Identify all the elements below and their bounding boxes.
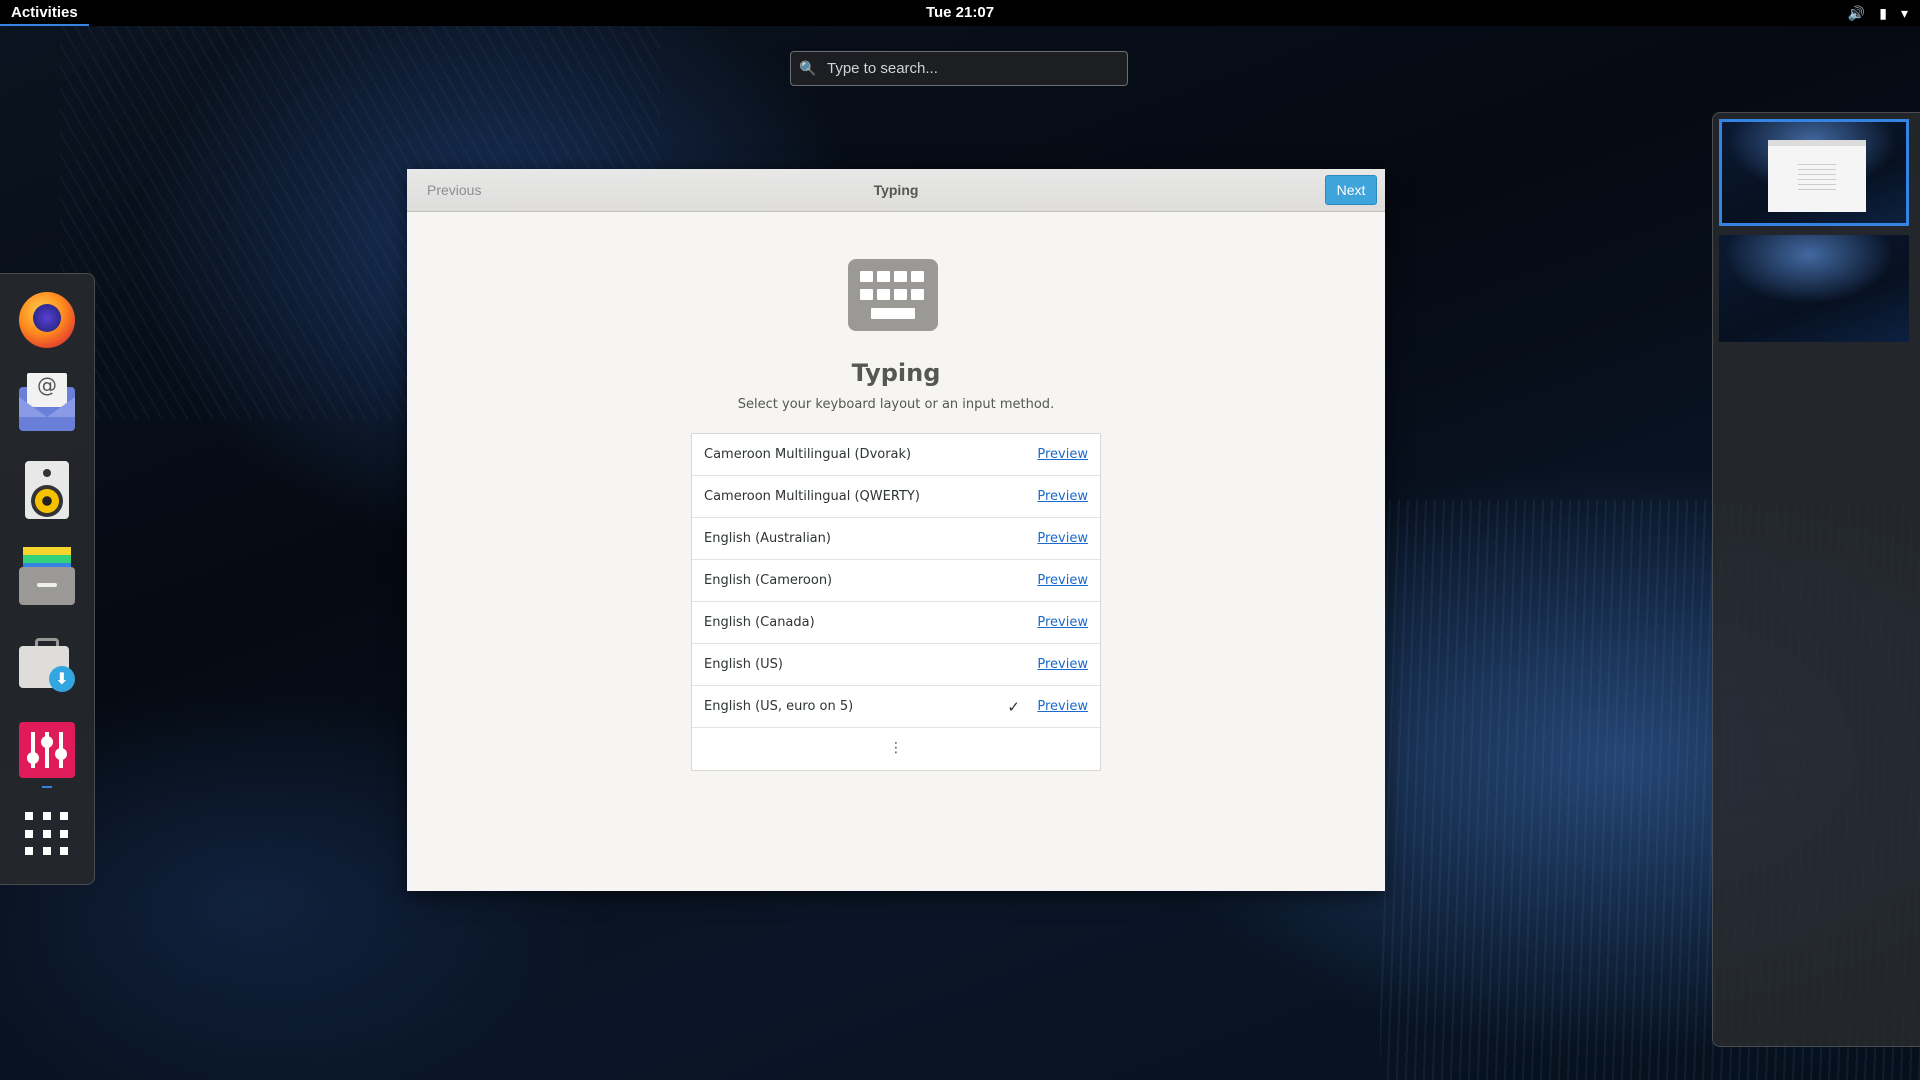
keyboard-layout-list: Cameroon Multilingual (Dvorak) Preview Cam… xyxy=(691,433,1101,771)
files-launcher[interactable] xyxy=(17,546,77,606)
system-menu-chevron-icon[interactable]: ▾ xyxy=(1901,0,1908,26)
battery-icon[interactable]: ▮ xyxy=(1879,0,1887,26)
firefox-icon xyxy=(19,292,75,348)
preview-link[interactable]: Preview xyxy=(1037,434,1088,476)
software-launcher[interactable]: ⬇ xyxy=(17,634,77,694)
search-input[interactable] xyxy=(825,59,1109,78)
running-indicator xyxy=(42,786,52,788)
window-thumbnail[interactable] xyxy=(1768,140,1866,212)
layout-row[interactable]: Cameroon Multilingual (Dvorak) Preview xyxy=(692,434,1100,476)
dash: @ ⬇ xyxy=(0,273,95,885)
layout-name: English (US, euro on 5) xyxy=(704,699,854,714)
layout-name: Cameroon Multilingual (Dvorak) xyxy=(704,447,912,462)
tweaks-icon xyxy=(19,722,75,778)
speaker-icon xyxy=(25,461,69,519)
system-tray[interactable]: 🔊 ▮ ▾ xyxy=(1848,0,1908,26)
mail-launcher[interactable]: @ xyxy=(17,373,77,434)
checkmark-icon: ✓ xyxy=(1007,698,1020,716)
window-title: Typing xyxy=(873,182,919,198)
preview-link[interactable]: Preview xyxy=(1037,686,1088,728)
workspace-switcher xyxy=(1712,112,1920,1047)
tweaks-launcher[interactable] xyxy=(17,720,77,780)
layout-name: English (US) xyxy=(704,657,783,672)
initial-setup-window: Previous Typing Next Typing Select your … xyxy=(407,169,1385,891)
more-layouts-button[interactable]: ⋮ xyxy=(692,728,1100,770)
firefox-launcher[interactable] xyxy=(17,290,77,350)
layout-name: English (Cameroon) xyxy=(704,573,833,588)
workspace-thumbnail-1[interactable] xyxy=(1719,119,1909,226)
workspace-thumbnail-2[interactable] xyxy=(1719,235,1909,342)
volume-icon[interactable]: 🔊 xyxy=(1848,0,1865,26)
layout-name: English (Australian) xyxy=(704,531,831,546)
keyboard-icon xyxy=(848,259,938,331)
rhythmbox-launcher[interactable] xyxy=(17,460,77,520)
preview-link[interactable]: Preview xyxy=(1037,560,1088,602)
preview-link[interactable]: Preview xyxy=(1037,518,1088,560)
mail-icon: @ xyxy=(19,373,75,431)
layout-row[interactable]: English (US, euro on 5) ✓ Preview xyxy=(692,686,1100,728)
preview-link[interactable]: Preview xyxy=(1037,476,1088,518)
layout-name: English (Canada) xyxy=(704,615,815,630)
layout-name: Cameroon Multilingual (QWERTY) xyxy=(704,489,920,504)
preview-link[interactable]: Preview xyxy=(1037,644,1088,686)
layout-row[interactable]: English (Australian) Preview xyxy=(692,518,1100,560)
layout-row[interactable]: Cameroon Multilingual (QWERTY) Preview xyxy=(692,476,1100,518)
show-applications-button[interactable] xyxy=(17,804,77,864)
preview-link[interactable]: Preview xyxy=(1037,602,1088,644)
layout-row[interactable]: English (Cameroon) Preview xyxy=(692,560,1100,602)
layout-row[interactable]: English (US) Preview xyxy=(692,644,1100,686)
top-bar: Activities Tue 21:07 🔊 ▮ ▾ xyxy=(0,0,1920,26)
layout-row[interactable]: English (Canada) Preview xyxy=(692,602,1100,644)
page-heading: Typing xyxy=(851,359,941,387)
search-icon: 🔍 xyxy=(799,60,817,77)
page-subtitle: Select your keyboard layout or an input … xyxy=(737,397,1055,412)
next-button[interactable]: Next xyxy=(1325,175,1377,205)
search-box[interactable]: 🔍 xyxy=(790,51,1128,86)
header-bar: Previous Typing Next xyxy=(407,169,1385,212)
more-icon: ⋮ xyxy=(889,740,903,756)
clock[interactable]: Tue 21:07 xyxy=(0,0,1920,26)
files-icon xyxy=(19,547,75,605)
app-grid-icon xyxy=(25,812,69,856)
software-icon: ⬇ xyxy=(19,636,75,692)
